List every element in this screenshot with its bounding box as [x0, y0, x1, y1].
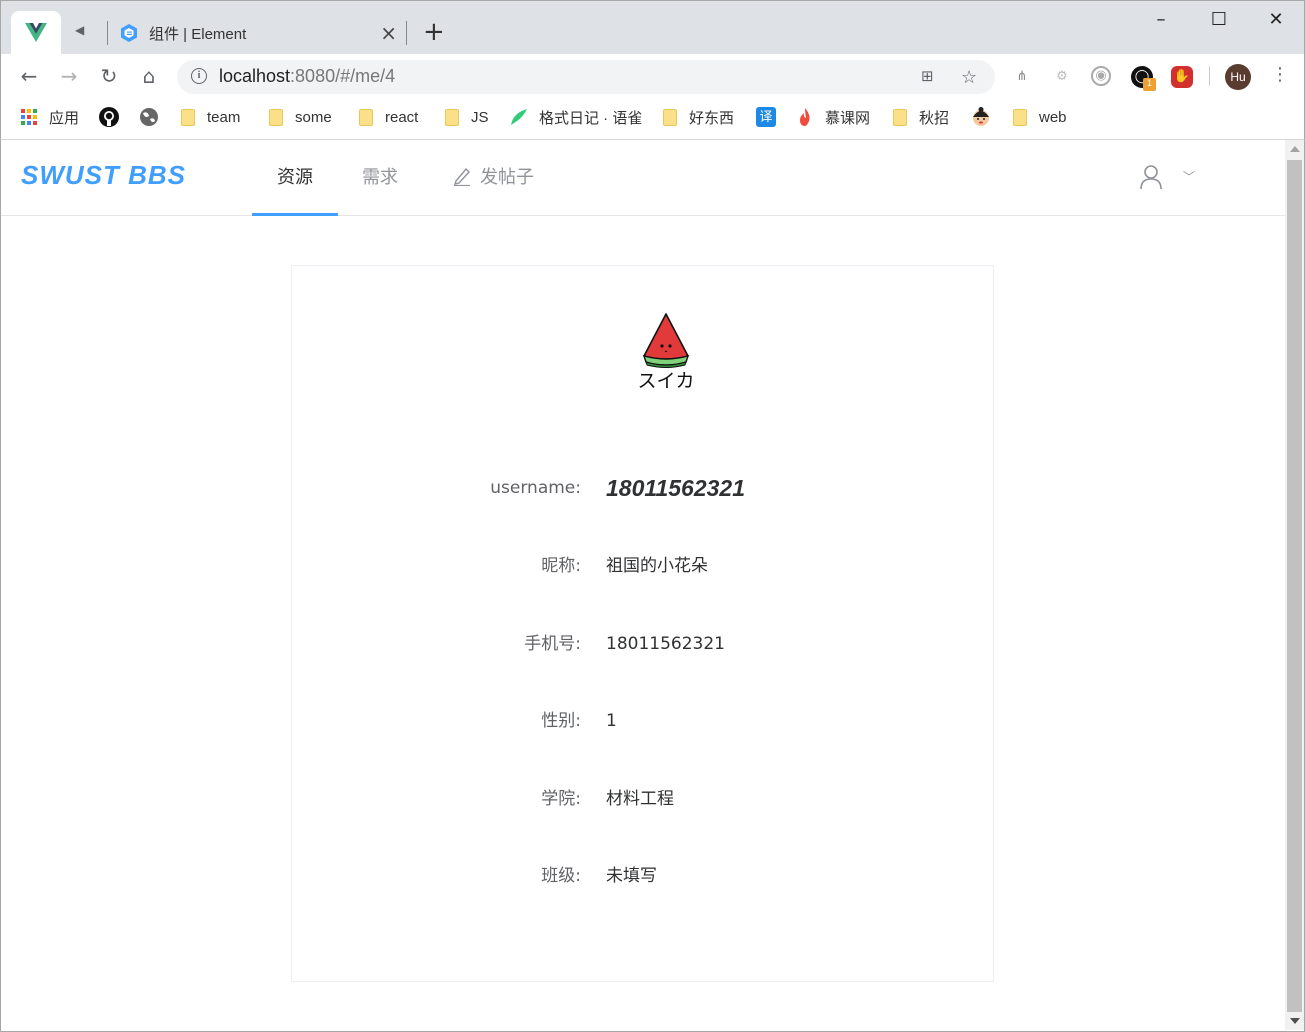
folder-icon [181, 108, 195, 126]
vertical-scrollbar[interactable] [1285, 140, 1304, 1030]
browser-tab-element[interactable]: 组件 | Element × [119, 15, 401, 51]
forward-arrow-icon[interactable]: → [55, 62, 83, 90]
folder-icon [1013, 108, 1027, 126]
nav-tab-post[interactable]: 发帖子 [427, 140, 559, 216]
folder-icon [663, 108, 677, 126]
bookmark-web[interactable]: web [1013, 106, 1067, 128]
yuque-icon [511, 109, 527, 125]
field-label: 性别: [541, 711, 581, 731]
bookmark-yuque[interactable]: 格式日记 · 语雀 [509, 106, 642, 128]
reload-icon[interactable]: ↻ [95, 62, 123, 90]
bookmarks-bar: 应用 team some react JS 格式日记 · 语雀 好东西 译 慕课… [0, 98, 1305, 140]
profile-row-class: 班级: 未填写 [292, 861, 993, 891]
scroll-up-arrow-icon[interactable] [1290, 146, 1300, 152]
field-label: 班级: [541, 866, 581, 886]
profile-row-nickname: 昵称: 祖国的小花朵 [292, 551, 993, 581]
bookmark-globe[interactable] [139, 106, 159, 128]
field-value: 材料工程 [606, 789, 674, 809]
extension-gear-icon[interactable]: ⚙ [1051, 66, 1073, 88]
bookmark-star-icon[interactable]: ☆ [961, 67, 977, 88]
more-menu-icon[interactable]: ⋮ [1271, 64, 1289, 85]
toolbar-separator [1209, 66, 1210, 86]
vue-icon [25, 23, 47, 42]
minimize-button[interactable]: – [1149, 9, 1173, 30]
bookmark-qiuzhao[interactable]: 秋招 [893, 106, 949, 128]
flame-icon [800, 108, 810, 126]
tab-title: 组件 | Element [149, 25, 247, 43]
field-value: 1 [606, 711, 617, 731]
bookmark-js[interactable]: JS [445, 106, 489, 128]
folder-icon [359, 108, 373, 126]
bookmark-team[interactable]: team [181, 106, 240, 128]
folder-icon [445, 108, 459, 126]
field-value: 18011562321 [606, 634, 725, 654]
bookmark-haodongxi[interactable]: 好东西 [663, 106, 734, 128]
bookmark-github[interactable] [99, 106, 119, 128]
url-text[interactable]: localhost:8080/#/me/4 [219, 66, 395, 87]
extension-record-icon[interactable]: ◉ [1091, 66, 1111, 86]
tab-separator [107, 21, 108, 45]
back-arrow-icon[interactable]: ← [15, 62, 43, 90]
element-icon [121, 24, 137, 42]
bookmark-cartoon[interactable] [971, 106, 991, 128]
extension-badge: 1 [1143, 78, 1156, 91]
folder-icon [269, 108, 283, 126]
field-label: username: [490, 478, 581, 498]
audio-muted-icon[interactable]: ◀︎ [75, 23, 84, 37]
extension-q-icon[interactable]: ◯ 1 [1131, 66, 1156, 91]
page-viewport: SWUST BBS 资源 需求 发帖子 ﹀ スイカ username: 1801… [0, 140, 1305, 1032]
extension-tree-icon[interactable]: ⋔ [1011, 66, 1033, 88]
scroll-down-arrow-icon[interactable] [1290, 1018, 1300, 1024]
field-label: 手机号: [524, 634, 581, 654]
profile-row-gender: 性别: 1 [292, 706, 993, 736]
globe-icon [140, 108, 158, 126]
github-icon [99, 107, 119, 127]
tab-close-icon[interactable]: × [380, 21, 397, 45]
bookmark-apps[interactable]: 应用 [21, 106, 79, 128]
edit-pen-icon [453, 167, 470, 186]
apps-grid-icon [21, 109, 37, 125]
profile-row-college: 学院: 材料工程 [292, 784, 993, 814]
app-header: SWUST BBS 资源 需求 发帖子 ﹀ [1, 140, 1285, 216]
field-label: 学院: [541, 789, 581, 809]
watermelon-avatar: スイカ [638, 313, 694, 392]
field-value: 祖国的小花朵 [606, 556, 708, 576]
folder-icon [893, 108, 907, 126]
profile-row-phone: 手机号: 18011562321 [292, 629, 993, 659]
site-info-icon[interactable]: i [191, 68, 207, 84]
nav-tab-requirements[interactable]: 需求 [337, 140, 423, 216]
field-label: 昵称: [541, 556, 581, 576]
profile-avatar[interactable]: Hu [1225, 64, 1251, 90]
field-value: 未填写 [606, 866, 657, 886]
field-value: 18011562321 [606, 475, 745, 501]
bookmark-react[interactable]: react [359, 106, 418, 128]
address-bar[interactable]: i localhost:8080/#/me/4 ⊞ ☆ [177, 60, 995, 94]
avatar-caption: スイカ [638, 370, 694, 392]
adblock-hand-icon[interactable]: ✋ [1171, 66, 1193, 88]
chevron-down-icon[interactable]: ﹀ [1183, 168, 1195, 185]
close-window-button[interactable]: ✕ [1264, 9, 1288, 30]
maximize-button[interactable]: ☐ [1207, 9, 1231, 30]
bookmark-translate[interactable]: 译 [756, 106, 776, 128]
home-icon[interactable]: ⌂ [135, 62, 163, 90]
cartoon-icon [973, 107, 989, 126]
new-tab-button[interactable]: + [423, 17, 445, 47]
bookmark-some[interactable]: some [269, 106, 332, 128]
browser-tab-vue[interactable] [11, 11, 61, 55]
browser-toolbar: ← → ↻ ⌂ i localhost:8080/#/me/4 ⊞ ☆ ⋔ ⚙ … [0, 54, 1305, 98]
bookmark-imooc[interactable]: 慕课网 [797, 106, 870, 128]
tab-separator [406, 21, 407, 45]
translate-page-icon[interactable]: ⊞ [921, 67, 934, 85]
user-icon[interactable] [1139, 164, 1163, 190]
profile-card: スイカ username: 18011562321 昵称: 祖国的小花朵 手机号… [291, 265, 994, 982]
nav-tab-resources[interactable]: 资源 [252, 140, 338, 216]
scrollbar-thumb[interactable] [1287, 160, 1302, 1012]
browser-tab-strip: ◀︎ 组件 | Element × + – ☐ ✕ [0, 0, 1305, 55]
translate-icon: 译 [756, 107, 776, 127]
site-logo[interactable]: SWUST BBS [21, 160, 186, 191]
profile-row-username: username: 18011562321 [292, 473, 993, 503]
